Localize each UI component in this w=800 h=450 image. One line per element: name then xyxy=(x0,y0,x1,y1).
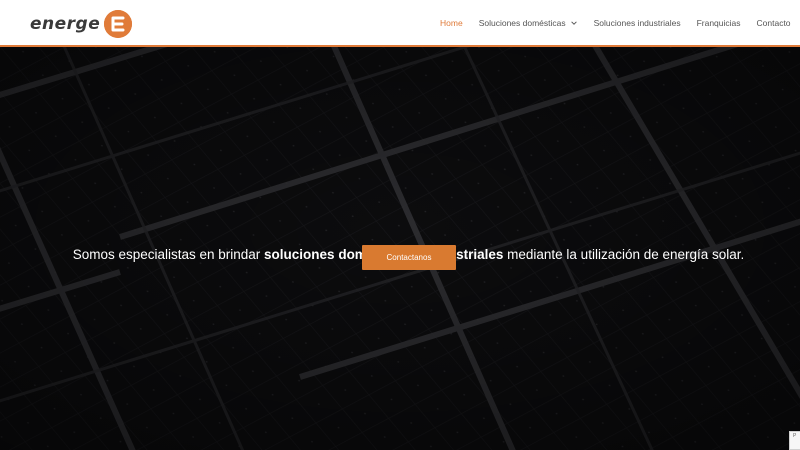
hero-section: Somos especialistas en brindar solucione… xyxy=(0,47,800,450)
hero-text-after: mediante la utilización de energía solar… xyxy=(503,246,745,262)
logo-text: energe xyxy=(30,14,101,34)
hero-text-before: Somos especialistas en brindar xyxy=(72,246,265,262)
nav-soluciones-industriales-label: Soluciones industriales xyxy=(593,18,681,28)
nav-home-label: Home xyxy=(440,18,463,28)
nav-soluciones-industriales[interactable]: Soluciones industriales xyxy=(594,18,681,28)
logo-e-icon xyxy=(104,10,133,38)
nav-soluciones-domesticas-label: Soluciones domésticas xyxy=(478,18,566,28)
nav-franquicias[interactable]: Franquicias xyxy=(697,18,741,28)
contactanos-button[interactable]: Contactanos xyxy=(362,245,456,270)
nav-contacto[interactable]: Contacto xyxy=(757,18,791,28)
nav-contacto-label: Contacto xyxy=(756,18,791,28)
logo-badge-icon xyxy=(104,10,133,38)
main-nav: Home Soluciones domésticas Soluciones in… xyxy=(440,0,800,46)
nav-home[interactable]: Home xyxy=(440,18,463,28)
nav-soluciones-domesticas[interactable]: Soluciones domésticas xyxy=(479,18,578,28)
recaptcha-badge[interactable]: P xyxy=(789,431,800,450)
nav-franquicias-label: Franquicias xyxy=(696,18,741,28)
logo[interactable]: energe xyxy=(30,9,133,39)
chevron-down-icon xyxy=(570,21,577,25)
site-header: energe Home Soluciones domésticas Soluci… xyxy=(0,0,800,47)
